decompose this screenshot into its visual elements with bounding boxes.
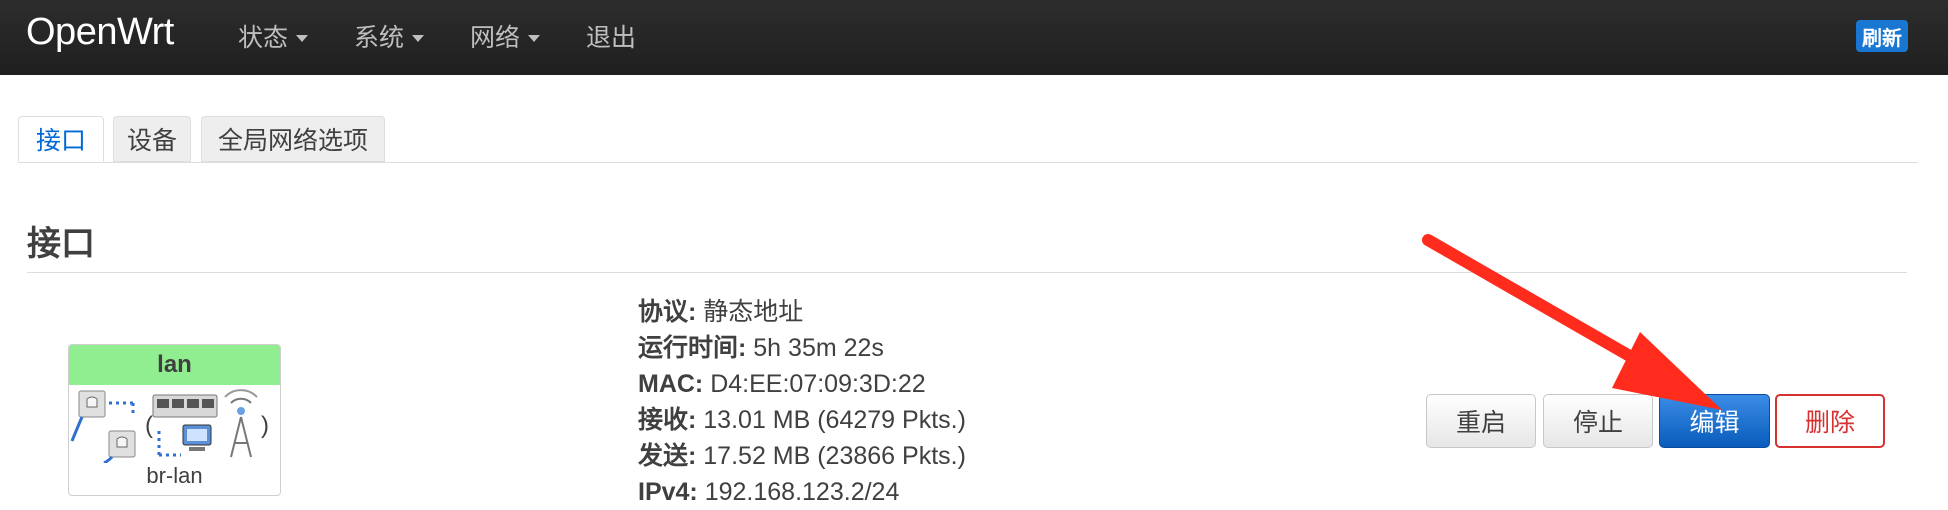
annotation-arrow-icon	[1422, 234, 1722, 410]
